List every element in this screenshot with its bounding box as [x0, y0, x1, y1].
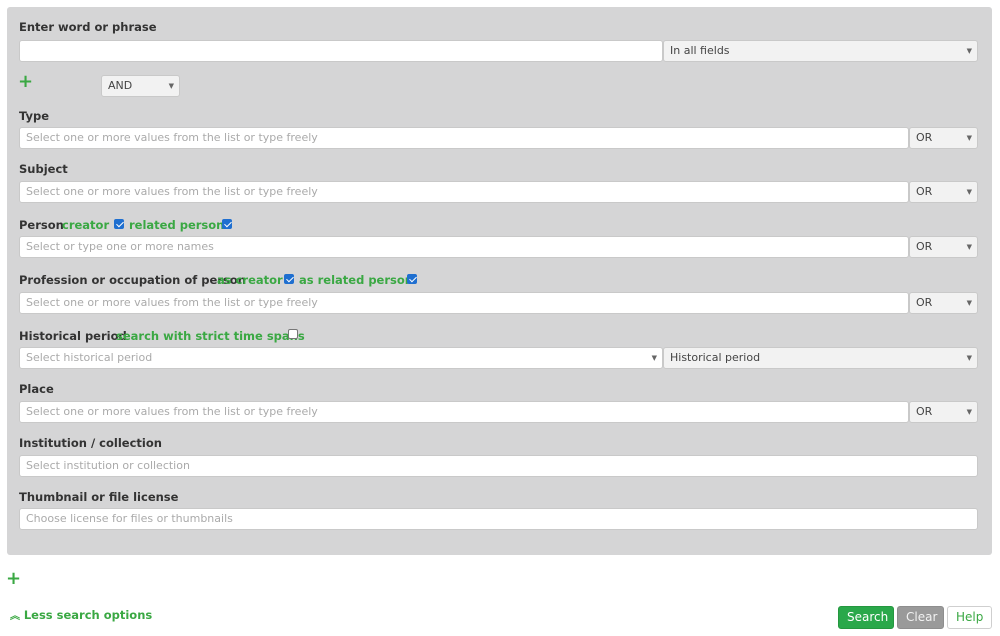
- add-group-plus-icon[interactable]: +: [6, 570, 21, 588]
- person-input[interactable]: Select or type one or more names: [19, 236, 909, 258]
- chevron-down-icon: ▼: [168, 82, 174, 90]
- profession-label: Profession or occupation of person: [19, 273, 246, 287]
- type-label: Type: [19, 109, 50, 123]
- chevron-down-icon: ▼: [966, 299, 972, 307]
- institution-label: Institution / collection: [19, 436, 162, 450]
- period-type-value: Historical period: [670, 351, 761, 364]
- field-scope-value: In all fields: [670, 44, 730, 57]
- profession-creator-checkbox[interactable]: [284, 274, 294, 284]
- chevron-down-icon: ▼: [966, 188, 972, 196]
- place-operator-value: OR: [916, 405, 933, 418]
- less-search-options-link[interactable]: ︽ Less search options: [10, 607, 152, 622]
- phrase-input[interactable]: [19, 40, 663, 62]
- place-label: Place: [19, 382, 54, 396]
- period-type-select[interactable]: Historical period ▼: [663, 347, 978, 369]
- double-chevron-up-icon: ︽: [10, 611, 20, 622]
- type-input[interactable]: Select one or more values from the list …: [19, 127, 909, 149]
- chevron-down-icon: ▼: [966, 47, 972, 55]
- add-row-plus-icon[interactable]: +: [18, 73, 33, 91]
- chevron-down-icon: ▼: [966, 408, 972, 416]
- boolean-operator-value: AND: [108, 79, 133, 92]
- profession-input[interactable]: Select one or more values from the list …: [19, 292, 909, 314]
- phrase-label: Enter word or phrase: [19, 20, 157, 34]
- chevron-down-icon: ▼: [966, 243, 972, 251]
- place-input[interactable]: Select one or more values from the list …: [19, 401, 909, 423]
- profession-operator-value: OR: [916, 296, 933, 309]
- period-input[interactable]: Select historical period ▼: [19, 347, 663, 369]
- person-related-checkbox[interactable]: [222, 219, 232, 229]
- person-related-option-label[interactable]: related person: [129, 218, 224, 232]
- search-button[interactable]: Search: [838, 606, 894, 629]
- license-input[interactable]: Choose license for files or thumbnails: [19, 508, 978, 530]
- boolean-operator-select[interactable]: AND ▼: [101, 75, 180, 97]
- subject-operator-value: OR: [916, 185, 933, 198]
- license-label: Thumbnail or file license: [19, 490, 179, 504]
- profession-creator-option-label[interactable]: as creator: [217, 273, 283, 287]
- person-creator-option-label[interactable]: creator: [62, 218, 109, 232]
- subject-input[interactable]: Select one or more values from the list …: [19, 181, 909, 203]
- strict-time-spans-label[interactable]: search with strict time spans: [116, 329, 305, 343]
- less-search-options-label: Less search options: [23, 608, 153, 622]
- profession-operator-select[interactable]: OR ▼: [909, 292, 978, 314]
- type-operator-select[interactable]: OR ▼: [909, 127, 978, 149]
- type-operator-value: OR: [916, 131, 933, 144]
- subject-label: Subject: [19, 162, 68, 176]
- clear-button[interactable]: Clear: [897, 606, 944, 629]
- institution-input[interactable]: Select institution or collection: [19, 455, 978, 477]
- strict-time-spans-checkbox[interactable]: [288, 329, 298, 339]
- person-creator-checkbox[interactable]: [114, 219, 124, 229]
- profession-related-checkbox[interactable]: [407, 274, 417, 284]
- help-button[interactable]: Help: [947, 606, 992, 629]
- person-operator-select[interactable]: OR ▼: [909, 236, 978, 258]
- place-operator-select[interactable]: OR ▼: [909, 401, 978, 423]
- period-label: Historical period: [19, 329, 127, 343]
- period-placeholder: Select historical period: [26, 351, 153, 364]
- field-scope-select[interactable]: In all fields ▼: [663, 40, 978, 62]
- person-label: Person: [19, 218, 64, 232]
- chevron-down-icon: ▼: [966, 354, 972, 362]
- chevron-down-icon: ▼: [966, 134, 972, 142]
- profession-related-option-label[interactable]: as related person: [299, 273, 413, 287]
- person-operator-value: OR: [916, 240, 933, 253]
- chevron-down-icon: ▼: [651, 354, 657, 362]
- subject-operator-select[interactable]: OR ▼: [909, 181, 978, 203]
